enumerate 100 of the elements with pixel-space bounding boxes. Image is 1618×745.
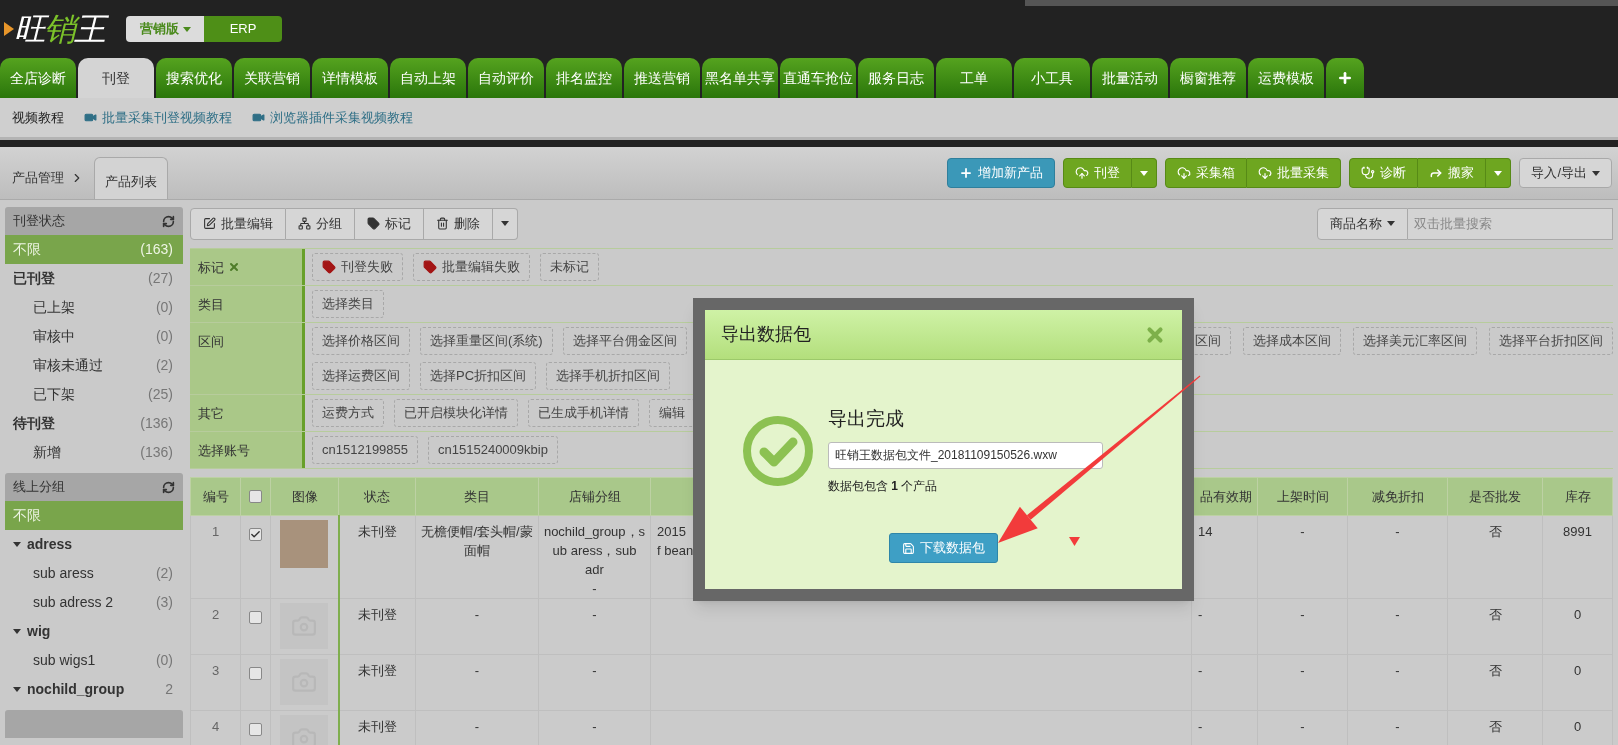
plus-icon [1337, 70, 1353, 86]
sidebar-item[interactable]: 已刊登 (27) [5, 264, 183, 293]
nav-tab[interactable]: 搜索优化 [156, 58, 232, 98]
filter-chip[interactable]: cn1515240009kbip [428, 436, 558, 464]
mode-toggle[interactable]: ERP [204, 16, 282, 42]
filter-label: 其它 [198, 405, 224, 423]
table-cell-text: - [591, 606, 598, 624]
action-button[interactable]: 标记 [355, 207, 424, 240]
tag-icon [322, 260, 336, 274]
nav-tab[interactable]: 刊登 [78, 58, 154, 98]
checkbox[interactable] [249, 490, 262, 503]
toolbar-button[interactable]: 增加新产品 [947, 158, 1056, 188]
nav-tab[interactable]: 批量活动 [1092, 58, 1168, 98]
refresh-icon[interactable] [162, 480, 175, 494]
sidebar-item[interactable]: 审核未通过 (2) [5, 351, 183, 380]
nav-tab[interactable]: 黑名单共享 [702, 58, 778, 98]
sidebar-item[interactable]: sub aress (2) [5, 559, 183, 588]
sidebar-item[interactable]: 新增 (136) [5, 438, 183, 467]
action-button[interactable]: 分组 [286, 207, 355, 240]
clear-icon[interactable] [228, 261, 240, 273]
checkbox[interactable] [249, 528, 262, 541]
check-circle-icon [742, 415, 814, 487]
sidebar-item[interactable]: 已上架 (0) [5, 293, 183, 322]
item-count: (27) [148, 269, 173, 288]
filter-chip[interactable]: 选择成本区间 [1243, 327, 1341, 355]
sidebar-item[interactable]: 审核中 (0) [5, 322, 183, 351]
filter-chip[interactable]: 运费方式 [312, 399, 384, 427]
filter-chip[interactable]: 选择重量区间(系统) [420, 327, 553, 355]
filter-label: 类目 [198, 296, 224, 314]
nav-tab[interactable]: 运费模板 [1248, 58, 1324, 98]
dropdown-toggle[interactable] [1132, 158, 1158, 188]
nav-tab[interactable]: 关联营销 [234, 58, 310, 98]
item-count: (0) [155, 298, 173, 317]
filter-label: 区间 [198, 333, 224, 351]
filter-chip[interactable]: 批量编辑失败 [413, 253, 530, 281]
action-button[interactable]: 批量编辑 [190, 207, 286, 240]
video-icon [84, 111, 97, 124]
table-cell-text: - [1299, 662, 1306, 680]
nav-tab[interactable]: 全店诊断 [0, 58, 76, 98]
caret-icon [501, 221, 509, 226]
dropdown-toggle[interactable] [493, 207, 518, 240]
filter-chip[interactable]: 刊登失败 [312, 253, 403, 281]
filter-chip[interactable]: 未标记 [540, 253, 599, 281]
file-name-field[interactable]: 旺销王数据包文件_20181109150526.wxw [828, 441, 1103, 469]
breadcrumb-item[interactable]: 产品列表 [94, 157, 168, 199]
field-select[interactable]: 商品名称 [1317, 207, 1408, 240]
tutorial-link[interactable]: 批量采集刊登视频教程 [84, 107, 232, 128]
table-cell-text: 1 [210, 523, 221, 541]
add-tab[interactable] [1326, 58, 1364, 98]
nav-tab[interactable]: 详情模板 [312, 58, 388, 98]
nav-tab[interactable]: 自动评价 [468, 58, 544, 98]
share-icon [1429, 166, 1444, 180]
table-cell-text: 未刊登 [356, 606, 398, 624]
filter-chip[interactable]: 已生成手机详情 [528, 399, 639, 427]
dropdown-toggle[interactable] [1486, 158, 1512, 188]
sidebar-item[interactable]: sub adress 2 (3) [5, 588, 183, 617]
filter-chip[interactable]: 选择手机折扣区间 [546, 362, 671, 390]
nav-tab[interactable]: 服务日志 [858, 58, 934, 98]
filter-chip[interactable]: 选择美元汇率区间 [1353, 327, 1477, 355]
checkbox[interactable] [249, 723, 262, 736]
table-cell-text: 0 [1572, 662, 1583, 680]
table-cell-text: - [1299, 523, 1306, 541]
checkbox[interactable] [249, 667, 262, 680]
sidebar-item[interactable]: 已下架 (25) [5, 380, 183, 409]
triangle-icon [4, 22, 14, 36]
check-icon [250, 529, 261, 540]
sidebar-item[interactable]: wig [5, 617, 183, 646]
checkbox[interactable] [249, 611, 262, 624]
sidebar-item[interactable]: sub wigs1 (0) [5, 646, 183, 675]
column-header: 类目 [415, 477, 539, 516]
filter-chip[interactable]: 选择运费区间 [312, 362, 410, 390]
filter-chip[interactable]: 选择平台佣金区间 [562, 327, 687, 355]
nav-tab[interactable]: 自动上架 [390, 58, 466, 98]
refresh-icon[interactable] [162, 214, 175, 228]
table-cell-text: 14 [1198, 523, 1213, 541]
filter-chip[interactable]: cn1512199855 [312, 436, 419, 464]
nav-tab[interactable]: 橱窗推荐 [1170, 58, 1246, 98]
table-cell-text: 4 [210, 718, 221, 736]
search-field[interactable]: 双击批量搜索 [1408, 207, 1613, 240]
sidebar-item[interactable]: 待刊登 (136) [5, 409, 183, 438]
nav-tab[interactable]: 排名监控 [546, 58, 622, 98]
breadcrumb-item[interactable]: 产品管理 [12, 157, 70, 199]
action-button[interactable]: 删除 [424, 207, 493, 240]
nav-tab[interactable]: 推送营销 [624, 58, 700, 98]
filter-chip[interactable]: 选择类目 [312, 290, 384, 318]
filter-chip[interactable]: 选择价格区间 [312, 327, 410, 355]
tutorial-link[interactable]: 浏览器插件采集视频教程 [252, 107, 413, 128]
nav-tab[interactable]: 小工具 [1014, 58, 1090, 98]
filter-chip[interactable]: 选择PC折扣区间 [420, 362, 537, 390]
item-count: (136) [140, 414, 173, 433]
sidebar-item[interactable]: nochild_group 2 [5, 675, 183, 704]
sidebar-item[interactable]: adress [5, 530, 183, 559]
caret-icon [1387, 221, 1395, 226]
toolbar-button[interactable]: 导入/导出 [1519, 158, 1612, 188]
dialog-summary: 数据包包含 1 个产品 [828, 477, 939, 495]
triangle-marker-icon [1069, 537, 1080, 546]
nav-tab[interactable]: 工单 [936, 58, 1012, 98]
filter-chip[interactable]: 已开启模块化详情 [394, 399, 518, 427]
filter-chip[interactable]: 选择平台折扣区间 [1489, 327, 1613, 355]
nav-tab[interactable]: 直通车抢位 [780, 58, 856, 98]
